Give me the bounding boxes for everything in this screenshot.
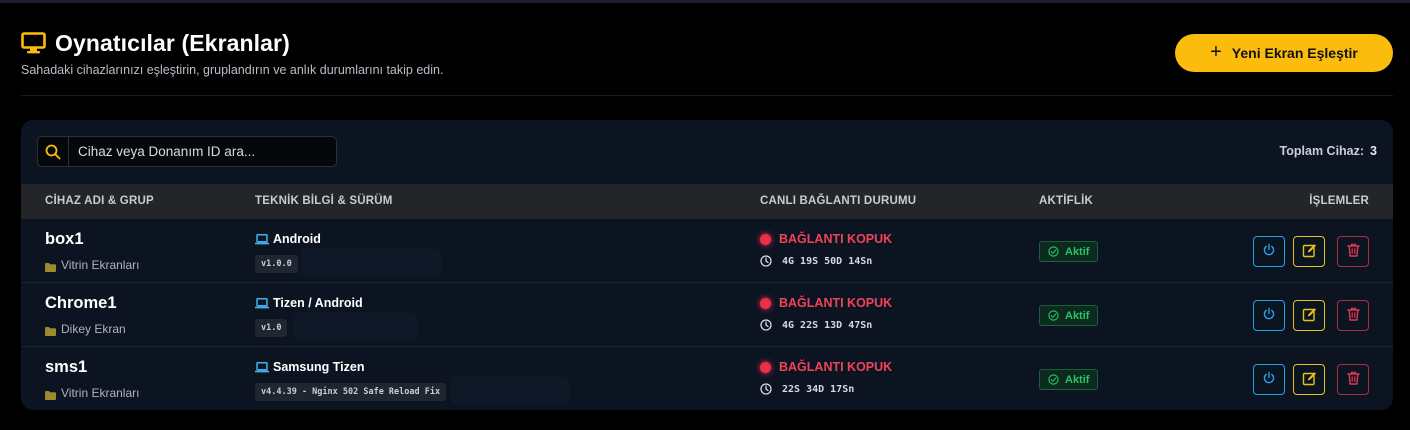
connection-status: BAĞLANTI KOPUK	[760, 360, 892, 374]
active-label: Aktif	[1065, 309, 1090, 322]
group-label: Vitrin Ekranları	[61, 386, 140, 400]
offline-duration: 4G 19S 50D 14Sn	[760, 255, 872, 267]
power-icon	[1262, 371, 1276, 388]
check-circle-icon	[1048, 374, 1059, 385]
top-divider	[0, 0, 1410, 3]
folder-icon	[45, 325, 56, 336]
redacted-field	[301, 249, 441, 276]
active-label: Aktif	[1065, 245, 1090, 258]
device-name: sms1	[45, 358, 88, 376]
table-header: CİHAZ ADI & GRUP TEKNİK BİLGİ & SÜRÜM CA…	[21, 184, 1393, 219]
version-badge: v1.0.0	[255, 255, 298, 273]
trash-icon	[1346, 307, 1360, 324]
platform-label: Samsung Tizen	[273, 360, 365, 374]
check-circle-icon	[1048, 246, 1059, 257]
edit-icon	[1302, 243, 1317, 261]
edit-icon	[1302, 371, 1317, 389]
header-active: AKTİFLİK	[1039, 195, 1093, 207]
table-row: sms1 Vitrin Ekranları Samsung Tizen v4.4…	[21, 347, 1393, 410]
clock-icon	[760, 319, 772, 331]
device-group: Vitrin Ekranları	[45, 386, 139, 400]
table-row: box1 Vitrin Ekranları Android v1.0.0 BAĞ…	[21, 219, 1393, 283]
laptop-icon	[255, 361, 269, 373]
edit-button[interactable]	[1293, 236, 1325, 267]
edit-button[interactable]	[1293, 364, 1325, 395]
laptop-icon	[255, 297, 269, 309]
status-label: BAĞLANTI KOPUK	[779, 232, 893, 246]
trash-icon	[1346, 243, 1360, 260]
platform-label: Tizen / Android	[273, 296, 363, 310]
power-button[interactable]	[1253, 364, 1285, 395]
duration-label: 4G 19S 50D 14Sn	[782, 255, 873, 267]
pair-new-screen-button[interactable]: + Yeni Ekran Eşleştir	[1175, 34, 1393, 72]
folder-icon	[45, 389, 56, 400]
device-group: Vitrin Ekranları	[45, 258, 139, 272]
folder-icon	[45, 261, 56, 272]
delete-button[interactable]	[1337, 364, 1369, 395]
header-device: CİHAZ ADI & GRUP	[45, 195, 154, 207]
version-badge: v1.0	[255, 319, 288, 337]
group-label: Dikey Ekran	[61, 322, 126, 336]
redacted-field	[451, 377, 569, 404]
platform-label: Android	[273, 232, 321, 246]
clock-icon	[760, 255, 772, 267]
delete-button[interactable]	[1337, 236, 1369, 267]
status-dot	[760, 233, 771, 245]
duration-label: 4G 22S 13D 47Sn	[782, 319, 873, 331]
header-actions: İŞLEMLER	[1309, 195, 1369, 207]
clock-icon	[760, 383, 772, 395]
power-icon	[1262, 243, 1276, 260]
check-circle-icon	[1048, 310, 1059, 321]
active-label: Aktif	[1065, 373, 1090, 386]
device-platform: Tizen / Android	[255, 296, 363, 310]
version-badge: v4.4.39 - Nginx 502 Safe Reload Fix	[255, 383, 447, 401]
table-row: Chrome1 Dikey Ekran Tizen / Android v1.0…	[21, 283, 1393, 347]
plus-icon: +	[1210, 41, 1222, 63]
pair-button-label: Yeni Ekran Eşleştir	[1231, 45, 1358, 61]
trash-icon	[1346, 371, 1360, 388]
offline-duration: 22S 34D 17Sn	[760, 383, 854, 395]
status-dot	[760, 297, 771, 309]
page-header: Oynatıcılar (Ekranlar) Sahadaki cihazlar…	[21, 28, 1393, 96]
laptop-icon	[255, 233, 269, 245]
active-badge: Aktif	[1039, 305, 1099, 326]
devices-card: Toplam Cihaz: 3 CİHAZ ADI & GRUP TEKNİK B…	[21, 120, 1393, 410]
device-name: box1	[45, 230, 84, 248]
edit-button[interactable]	[1293, 300, 1325, 331]
search-box[interactable]	[37, 136, 337, 167]
search-input[interactable]	[69, 144, 329, 159]
active-badge: Aktif	[1039, 241, 1099, 262]
search-icon	[38, 137, 69, 166]
status-dot	[760, 361, 771, 373]
device-group: Dikey Ekran	[45, 322, 126, 336]
total-label: Toplam Cihaz:	[1279, 144, 1365, 158]
power-button[interactable]	[1253, 236, 1285, 267]
connection-status: BAĞLANTI KOPUK	[760, 232, 892, 246]
delete-button[interactable]	[1337, 300, 1369, 331]
device-platform: Samsung Tizen	[255, 360, 364, 374]
redacted-field	[293, 313, 417, 340]
offline-duration: 4G 22S 13D 47Sn	[760, 319, 872, 331]
edit-icon	[1302, 307, 1317, 325]
total-count: 3	[1370, 144, 1377, 158]
header-status: CANLI BAĞLANTI DURUMU	[760, 195, 917, 207]
status-label: BAĞLANTI KOPUK	[779, 360, 893, 374]
duration-label: 22S 34D 17Sn	[782, 383, 855, 395]
header-tech: TEKNİK BİLGİ & SÜRÜM	[255, 195, 393, 207]
status-label: BAĞLANTI KOPUK	[779, 296, 893, 310]
power-icon	[1262, 307, 1276, 324]
page-title: Oynatıcılar (Ekranlar)	[55, 29, 290, 56]
page-subtitle: Sahadaki cihazlarınızı eşleştirin, grupl…	[21, 63, 444, 77]
device-platform: Android	[255, 232, 321, 246]
device-name: Chrome1	[45, 294, 117, 312]
power-button[interactable]	[1253, 300, 1285, 331]
monitor-icon	[21, 32, 46, 54]
connection-status: BAĞLANTI KOPUK	[760, 296, 892, 310]
group-label: Vitrin Ekranları	[61, 258, 140, 272]
total-devices: Toplam Cihaz: 3	[1280, 144, 1377, 158]
active-badge: Aktif	[1039, 369, 1099, 390]
